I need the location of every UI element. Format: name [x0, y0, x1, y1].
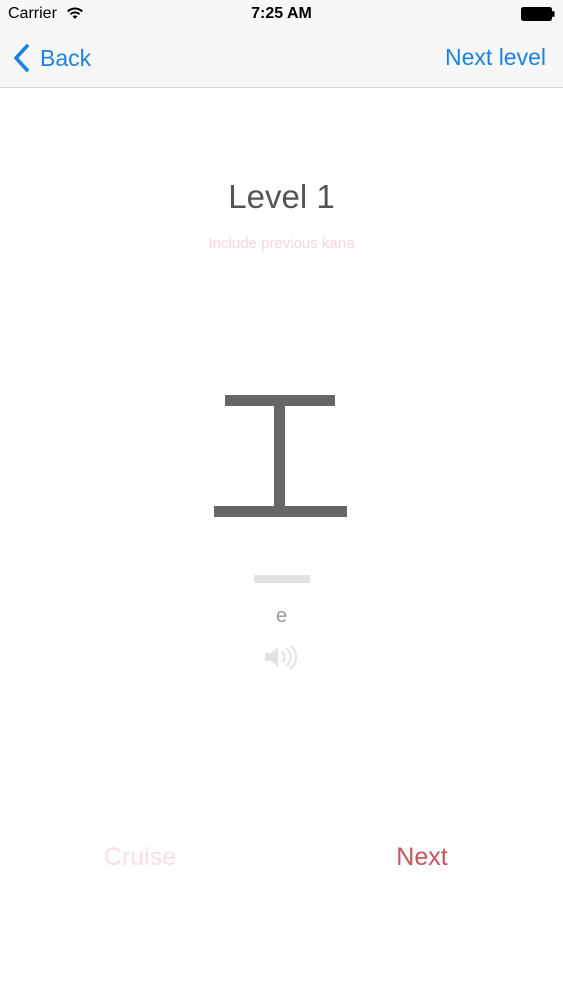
romaji-label: e: [275, 605, 288, 627]
chevron-left-icon: [14, 44, 29, 72]
status-bar: Carrier 7:25 AM: [0, 0, 563, 30]
answer-placeholder-bar: [254, 575, 310, 583]
speaker-icon[interactable]: [263, 643, 301, 671]
screen: Carrier 7:25 AM Back Next level Level 1 …: [0, 0, 563, 1000]
level-title: Level 1: [228, 178, 335, 215]
navigation-bar: Back Next level: [0, 30, 563, 88]
battery-full-icon: [521, 7, 555, 21]
back-button[interactable]: Back: [12, 40, 91, 76]
include-previous-kana-toggle[interactable]: Include previous kana: [0, 235, 563, 252]
next-button[interactable]: Next: [342, 843, 502, 872]
cruise-button[interactable]: Cruise: [60, 843, 220, 872]
status-time: 7:25 AM: [251, 5, 312, 22]
next-level-button[interactable]: Next level: [445, 44, 546, 71]
kana-glyph: [214, 395, 347, 517]
back-label: Back: [40, 44, 92, 71]
